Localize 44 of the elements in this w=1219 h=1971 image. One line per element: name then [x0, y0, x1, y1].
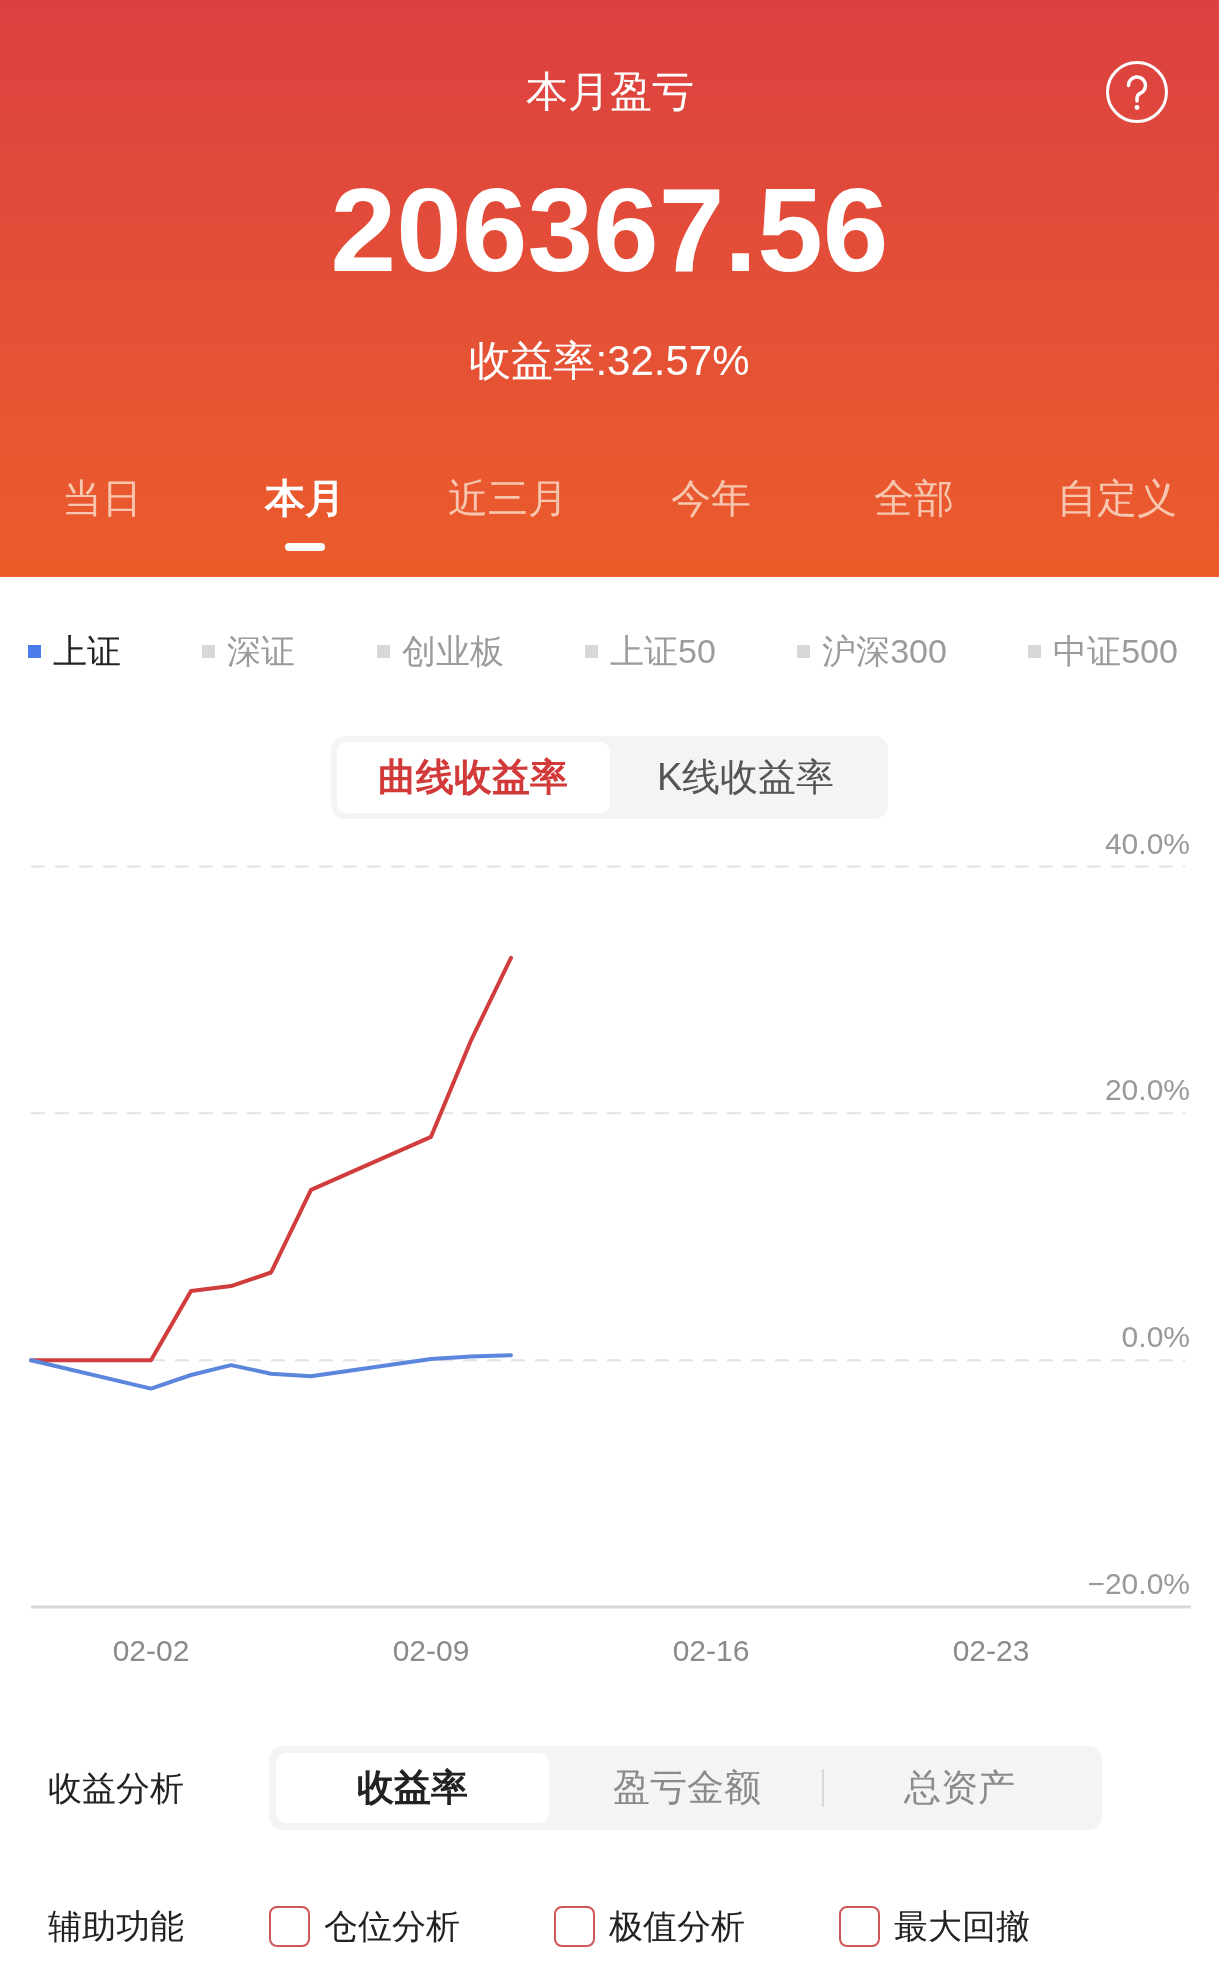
x-tick-label: 02-23	[952, 1634, 1030, 1667]
return-rate-text: 收益率:32.57%	[469, 336, 750, 386]
legend-square-icon	[1028, 644, 1042, 658]
analysis-label: 收益分析	[48, 1767, 185, 1809]
aux-functions-label: 辅助功能	[48, 1906, 185, 1947]
period-tab[interactable]: 全部	[874, 472, 955, 524]
chart-mode-option[interactable]: 曲线收益率	[337, 742, 610, 813]
checkbox-label[interactable]: 极值分析	[609, 1901, 745, 1952]
checkbox[interactable]	[554, 1906, 595, 1947]
y-tick-label: −20.0%	[1087, 1567, 1190, 1600]
checkbox[interactable]	[269, 1906, 310, 1947]
x-tick-label: 02-02	[112, 1634, 190, 1667]
analysis-option[interactable]: 总资产	[824, 1753, 1095, 1823]
y-tick-label: 40.0%	[1104, 826, 1190, 860]
index-legend-item[interactable]: 上证	[28, 629, 121, 673]
checkbox-label[interactable]: 最大回撤	[894, 1901, 1030, 1952]
legend-square-icon	[376, 644, 390, 658]
x-tick-label: 02-09	[392, 1634, 470, 1667]
analysis-option[interactable]: 盈亏金额	[551, 1753, 822, 1823]
checkbox[interactable]	[839, 1906, 880, 1947]
period-tab[interactable]: 今年	[671, 472, 752, 524]
period-tab[interactable]: 自定义	[1057, 472, 1178, 524]
index-legend-item[interactable]: 创业板	[376, 629, 504, 673]
analysis-option[interactable]: 收益率	[276, 1753, 549, 1823]
profit-amount: 206367.56	[330, 165, 889, 295]
legend-square-icon	[202, 644, 216, 658]
period-tab[interactable]: 当日	[61, 472, 142, 524]
period-tab[interactable]: 本月	[264, 472, 345, 524]
legend-square-icon	[797, 644, 811, 658]
help-icon[interactable]	[1106, 61, 1168, 123]
period-tab[interactable]: 近三月	[447, 472, 568, 524]
legend-square-icon	[585, 644, 598, 658]
tab-underline	[284, 543, 325, 551]
x-tick-label: 02-16	[672, 1634, 750, 1667]
chart-mode-option[interactable]: K线收益率	[609, 742, 882, 813]
index-legend-item[interactable]: 深证	[202, 629, 296, 673]
checkbox-label[interactable]: 仓位分析	[324, 1901, 460, 1952]
index-legend-item[interactable]: 沪深300	[797, 629, 947, 673]
index-legend-item[interactable]: 上证50	[585, 629, 716, 673]
index-legend-item[interactable]: 中证500	[1028, 629, 1178, 673]
legend-square-icon	[28, 644, 41, 658]
header-title: 本月盈亏	[525, 67, 694, 117]
y-tick-label: 20.0%	[1104, 1073, 1190, 1107]
y-tick-label: 0.0%	[1121, 1320, 1190, 1354]
